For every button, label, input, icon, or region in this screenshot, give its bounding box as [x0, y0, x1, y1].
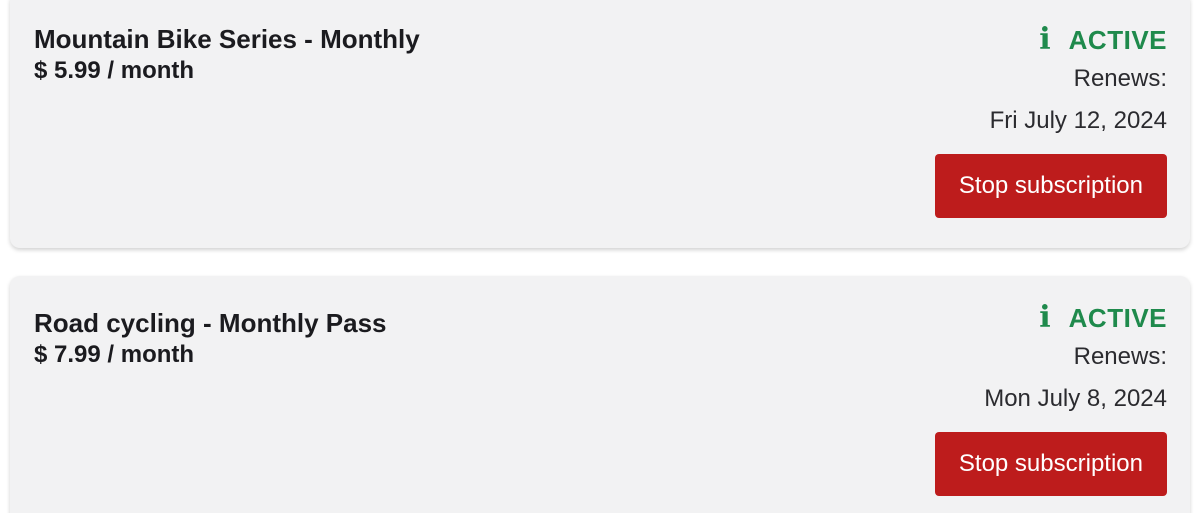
- renews-date: Fri July 12, 2024: [989, 107, 1167, 134]
- subscription-title: Road cycling - Monthly Pass: [34, 308, 387, 338]
- subscription-status-panel: i ACTIVE Renews: Mon July 8, 2024 Stop s…: [934, 300, 1167, 496]
- info-icon[interactable]: i: [1039, 300, 1050, 336]
- subscription-card: Road cycling - Monthly Pass $ 7.99 / mon…: [10, 276, 1190, 513]
- subscription-info: Road cycling - Monthly Pass $ 7.99 / mon…: [34, 306, 387, 370]
- stop-subscription-button[interactable]: Stop subscription: [934, 154, 1167, 218]
- renews-label: Renews:: [1073, 65, 1167, 92]
- subscription-title: Mountain Bike Series - Monthly: [34, 24, 420, 54]
- renews-date: Mon July 8, 2024: [984, 385, 1167, 412]
- subscription-info: Mountain Bike Series - Monthly $ 5.99 / …: [34, 22, 420, 86]
- stop-subscription-button[interactable]: Stop subscription: [934, 432, 1167, 496]
- subscription-price: $ 7.99 / month: [34, 341, 195, 368]
- renews-label: Renews:: [1073, 343, 1167, 370]
- info-icon[interactable]: i: [1039, 22, 1050, 58]
- status-badge: ACTIVE: [1068, 303, 1167, 333]
- subscription-card: Mountain Bike Series - Monthly $ 5.99 / …: [10, 0, 1190, 248]
- subscription-status-panel: i ACTIVE Renews: Fri July 12, 2024 Stop …: [934, 22, 1167, 218]
- status-badge: ACTIVE: [1068, 25, 1167, 55]
- status-line: i ACTIVE: [935, 22, 1167, 58]
- subscription-list: Mountain Bike Series - Monthly $ 5.99 / …: [0, 0, 1200, 513]
- status-line: i ACTIVE: [935, 300, 1167, 336]
- subscription-price: $ 5.99 / month: [34, 57, 195, 84]
